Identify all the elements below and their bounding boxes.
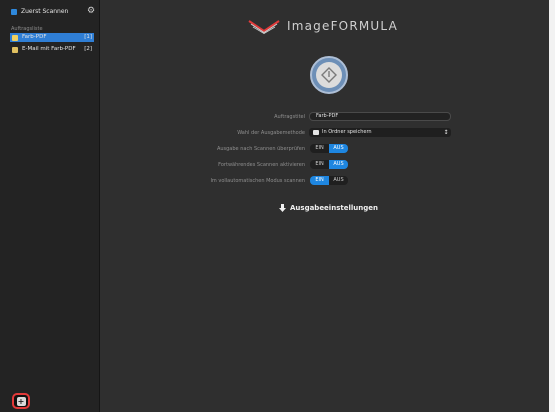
check-output-toggle[interactable]: EIN AUS: [310, 144, 348, 153]
continuous-scan-label: Fortwährendes Scannen aktivieren: [218, 162, 305, 168]
sidebar: Zuerst Scannen ⚙ Auftragsliste Farb-PDF …: [0, 0, 100, 412]
auto-mode-toggle[interactable]: EIN AUS: [310, 176, 348, 185]
job-number: [1]: [84, 34, 92, 40]
arrow-down-icon: [278, 204, 286, 213]
toggle-on-option[interactable]: EIN: [310, 160, 329, 169]
first-scan-label: Zuerst Scannen: [21, 8, 69, 15]
first-scan-item[interactable]: Zuerst Scannen: [11, 6, 68, 18]
window-edge: [549, 0, 555, 412]
gear-icon[interactable]: ⚙: [86, 6, 96, 16]
job-icon: [12, 46, 18, 53]
output-method-value: In Ordner speichern: [322, 129, 372, 135]
job-name: Farb-PDF: [22, 34, 47, 40]
toggle-off-option[interactable]: AUS: [329, 144, 348, 153]
job-name: E-Mail mit Farb-PDF: [22, 46, 76, 52]
toggle-off-option[interactable]: AUS: [329, 176, 348, 185]
auto-mode-row: Im vollautomatischen Modus scannen EIN A…: [100, 176, 549, 186]
canon-swoosh-icon: [248, 20, 280, 34]
job-icon: [12, 34, 18, 41]
add-job-button[interactable]: +: [12, 393, 30, 409]
job-title-input[interactable]: Farb-PDF: [309, 112, 451, 121]
chevron-updown-icon: ↕: [443, 129, 449, 136]
job-item-farb-pdf[interactable]: Farb-PDF [1]: [10, 33, 94, 42]
output-method-row: Wahl der Ausgabemethode In Ordner speich…: [100, 128, 549, 138]
job-list-heading: Auftragsliste: [11, 26, 43, 32]
brand-logo: ImageFORMULA: [248, 16, 398, 36]
folder-icon: [313, 130, 319, 135]
job-title-label: Auftragstitel: [274, 114, 305, 120]
continuous-scan-toggle[interactable]: EIN AUS: [310, 160, 348, 169]
main-panel: ImageFORMULA Auftragstitel Farb-PDF Wahl…: [100, 0, 549, 412]
job-title-row: Auftragstitel Farb-PDF: [100, 112, 549, 122]
output-method-label: Wahl der Ausgabemethode: [237, 130, 305, 136]
toggle-on-option[interactable]: EIN: [310, 144, 329, 153]
app-window: Zuerst Scannen ⚙ Auftragsliste Farb-PDF …: [0, 0, 550, 412]
output-settings-button[interactable]: Ausgabeeinstellungen: [278, 202, 378, 214]
output-settings-label: Ausgabeeinstellungen: [290, 204, 378, 212]
start-scan-button[interactable]: [310, 56, 348, 94]
toggle-off-option[interactable]: AUS: [329, 160, 348, 169]
continuous-scan-row: Fortwährendes Scannen aktivieren EIN AUS: [100, 160, 549, 170]
brand-text: ImageFORMULA: [287, 19, 398, 33]
plus-icon: +: [16, 396, 26, 406]
check-output-label: Ausgabe nach Scannen überprüfen: [216, 146, 305, 152]
start-icon: [316, 62, 342, 88]
check-output-row: Ausgabe nach Scannen überprüfen EIN AUS: [100, 144, 549, 154]
auto-mode-label: Im vollautomatischen Modus scannen: [210, 178, 305, 184]
job-number: [2]: [84, 46, 92, 52]
job-item-email-farb-pdf[interactable]: E-Mail mit Farb-PDF [2]: [10, 45, 94, 54]
scan-icon: [11, 9, 17, 15]
output-method-select[interactable]: In Ordner speichern ↕: [309, 128, 451, 137]
toggle-on-option[interactable]: EIN: [310, 176, 329, 185]
